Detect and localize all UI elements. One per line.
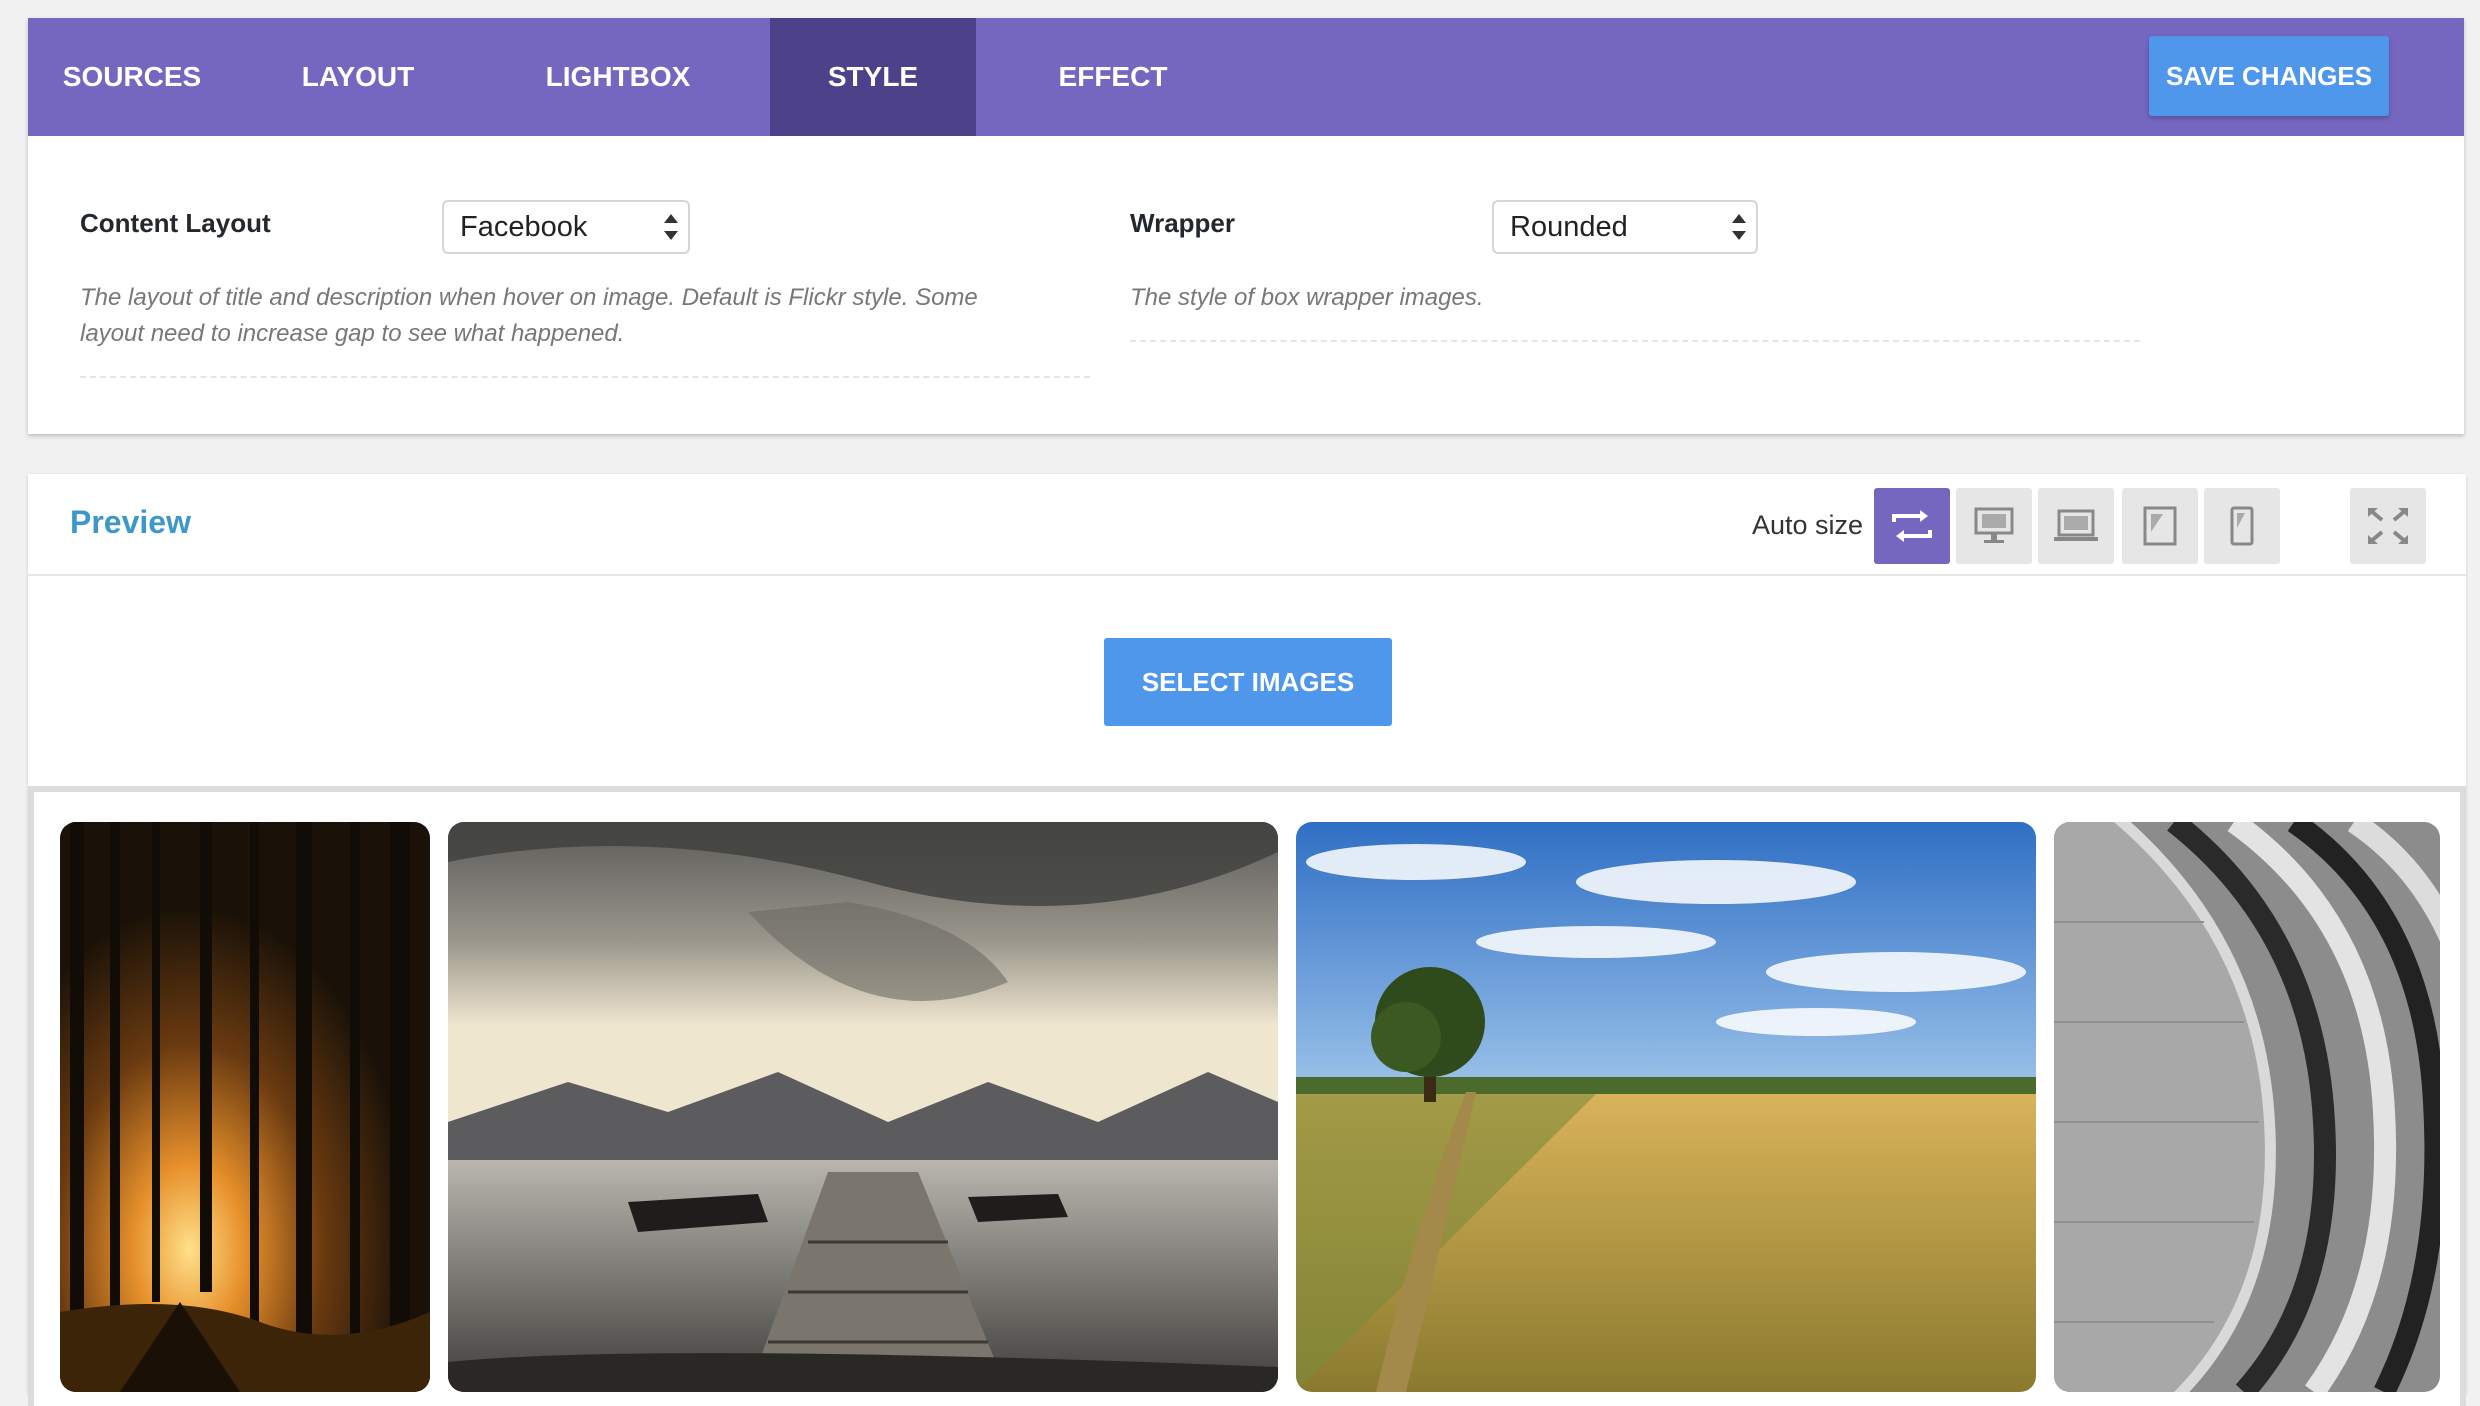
tab-sources[interactable]: SOURCES (58, 18, 206, 136)
content-layout-description: The layout of title and description when… (80, 280, 978, 352)
stairs-image (2054, 822, 2440, 1392)
auto-size-arrows-icon (1892, 510, 1932, 542)
auto-size-button[interactable] (1874, 488, 1950, 564)
lake-image (448, 822, 1278, 1392)
wrapper-value: Rounded (1510, 211, 1628, 243)
laptop-icon (2054, 509, 2098, 541)
fullscreen-icon (2368, 508, 2408, 544)
content-layout-label: Content Layout (80, 208, 271, 238)
divider (80, 376, 1090, 378)
laptop-view-button[interactable] (2038, 488, 2114, 564)
select-images-button[interactable]: SELECT IMAGES (1104, 638, 1392, 726)
gallery-image-field[interactable] (1296, 822, 2036, 1392)
content-layout-desc-line2: layout need to increase gap to see what … (80, 320, 625, 347)
preview-card: Preview Auto size SELECT IMAGES (28, 474, 2466, 1406)
wrapper-label: Wrapper (1130, 208, 1235, 238)
gallery-image-forest[interactable] (60, 822, 430, 1392)
preview-title: Preview (70, 504, 191, 540)
tab-effect[interactable]: EFFECT (1028, 18, 1198, 136)
fullscreen-button[interactable] (2350, 488, 2426, 564)
gallery-image-lake[interactable] (448, 822, 1278, 1392)
select-arrows-icon (1732, 214, 1746, 240)
tablet-icon (2143, 506, 2177, 546)
style-settings-card: SOURCES LAYOUT LIGHTBOX STYLE EFFECT SAV… (28, 18, 2464, 434)
content-layout-desc-line1: The layout of title and description when… (80, 284, 978, 311)
tab-style[interactable]: STYLE (770, 18, 976, 136)
phone-view-button[interactable] (2204, 488, 2280, 564)
tablet-view-button[interactable] (2122, 488, 2198, 564)
tab-lightbox[interactable]: LIGHTBOX (528, 18, 708, 136)
desktop-view-button[interactable] (1956, 488, 2032, 564)
gallery-preview (28, 786, 2466, 1406)
forest-image (60, 822, 430, 1392)
gallery-image-stairs[interactable] (2054, 822, 2440, 1392)
save-changes-button[interactable]: SAVE CHANGES (2149, 36, 2389, 116)
auto-size-label: Auto size (1752, 510, 1864, 540)
tab-bar: SOURCES LAYOUT LIGHTBOX STYLE EFFECT SAV… (28, 18, 2464, 136)
content-layout-select[interactable]: Facebook (442, 200, 690, 254)
wrapper-description: The style of box wrapper images. (1130, 284, 1484, 311)
field-image (1296, 822, 2036, 1392)
tab-layout[interactable]: LAYOUT (288, 18, 428, 136)
desktop-icon (1974, 507, 2014, 543)
preview-header: Preview Auto size (28, 474, 2466, 576)
wrapper-select[interactable]: Rounded (1492, 200, 1758, 254)
divider (1130, 340, 2140, 342)
content-layout-value: Facebook (460, 211, 588, 243)
phone-icon (2230, 506, 2254, 546)
select-arrows-icon (664, 214, 678, 240)
